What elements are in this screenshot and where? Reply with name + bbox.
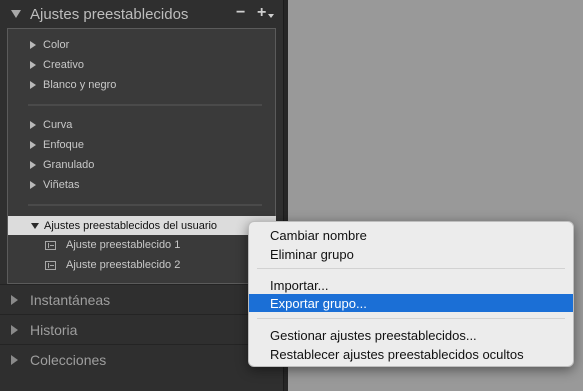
menu-item-rename[interactable]: Cambiar nombre — [249, 226, 573, 244]
preset-folder-label: Enfoque — [43, 139, 84, 151]
expand-triangle-icon[interactable] — [11, 324, 18, 335]
expand-triangle-icon[interactable] — [30, 141, 36, 149]
user-presets-folder-label: Ajustes preestablecidos del usuario — [44, 219, 218, 232]
preset-folder-blanco-y-negro[interactable]: Blanco y negro — [30, 76, 116, 94]
section-label: Historia — [30, 321, 78, 338]
expand-triangle-icon[interactable] — [30, 81, 36, 89]
section-colecciones[interactable]: Colecciones — [0, 344, 284, 374]
add-dropdown-chevron-icon[interactable] — [268, 14, 274, 18]
menu-item-restore-hidden-presets[interactable]: Restablecer ajustes preestablecidos ocul… — [249, 345, 573, 363]
menu-divider — [257, 268, 565, 269]
section-instantaneas[interactable]: Instantáneas — [0, 284, 284, 314]
preset-folder-curva[interactable]: Curva — [30, 116, 72, 134]
menu-item-export-group[interactable]: Exportar grupo... — [249, 294, 573, 312]
preset-folder-label: Granulado — [43, 159, 95, 171]
presets-panel-title: Ajustes preestablecidos — [30, 5, 189, 23]
preset-folder-label: Blanco y negro — [43, 79, 117, 91]
remove-preset-button[interactable]: − — [236, 5, 245, 21]
expand-triangle-icon[interactable] — [30, 121, 36, 129]
user-presets-folder[interactable]: Ajustes preestablecidos del usuario — [8, 216, 276, 235]
menu-item-import[interactable]: Importar... — [249, 276, 573, 294]
menu-item-delete-group[interactable]: Eliminar grupo — [249, 245, 573, 263]
left-panel: Ajustes preestablecidos − + Color Creati… — [0, 0, 284, 391]
context-menu: Cambiar nombre Eliminar grupo Importar..… — [248, 221, 574, 367]
preset-sliders-icon — [45, 240, 56, 250]
presets-panel-header[interactable]: Ajustes preestablecidos − + — [0, 0, 284, 28]
user-preset-label: Ajuste preestablecido 1 — [66, 239, 181, 251]
add-preset-button[interactable]: + — [257, 5, 266, 21]
section-label: Colecciones — [30, 351, 107, 368]
expand-triangle-icon[interactable] — [30, 41, 36, 49]
expand-triangle-icon[interactable] — [30, 161, 36, 169]
divider — [28, 104, 262, 106]
user-preset-item[interactable]: Ajuste preestablecido 1 — [45, 236, 180, 254]
collapse-triangle-icon[interactable] — [11, 10, 21, 18]
section-historia[interactable]: Historia — [0, 314, 284, 344]
preset-folder-label: Viñetas — [43, 179, 80, 191]
preset-folder-granulado[interactable]: Granulado — [30, 156, 94, 174]
preset-folder-creativo[interactable]: Creativo — [30, 56, 84, 74]
expand-triangle-icon[interactable] — [30, 181, 36, 189]
preset-folder-label: Curva — [43, 119, 73, 131]
preset-folder-enfoque[interactable]: Enfoque — [30, 136, 84, 154]
expand-triangle-icon[interactable] — [11, 354, 18, 365]
preset-folder-color[interactable]: Color — [30, 36, 69, 54]
preset-folder-vinetas[interactable]: Viñetas — [30, 176, 80, 194]
menu-item-manage-presets[interactable]: Gestionar ajustes preestablecidos... — [249, 326, 573, 344]
collapse-triangle-icon[interactable] — [31, 222, 39, 229]
preset-folder-label: Creativo — [43, 59, 84, 71]
section-label: Instantáneas — [30, 291, 111, 308]
expand-triangle-icon[interactable] — [30, 61, 36, 69]
preset-folder-label: Color — [43, 39, 70, 51]
user-preset-item[interactable]: Ajuste preestablecido 2 — [45, 256, 180, 274]
preset-sliders-icon — [45, 260, 56, 270]
menu-divider — [257, 318, 565, 319]
divider — [28, 204, 262, 206]
user-preset-label: Ajuste preestablecido 2 — [66, 259, 181, 271]
expand-triangle-icon[interactable] — [11, 294, 18, 305]
